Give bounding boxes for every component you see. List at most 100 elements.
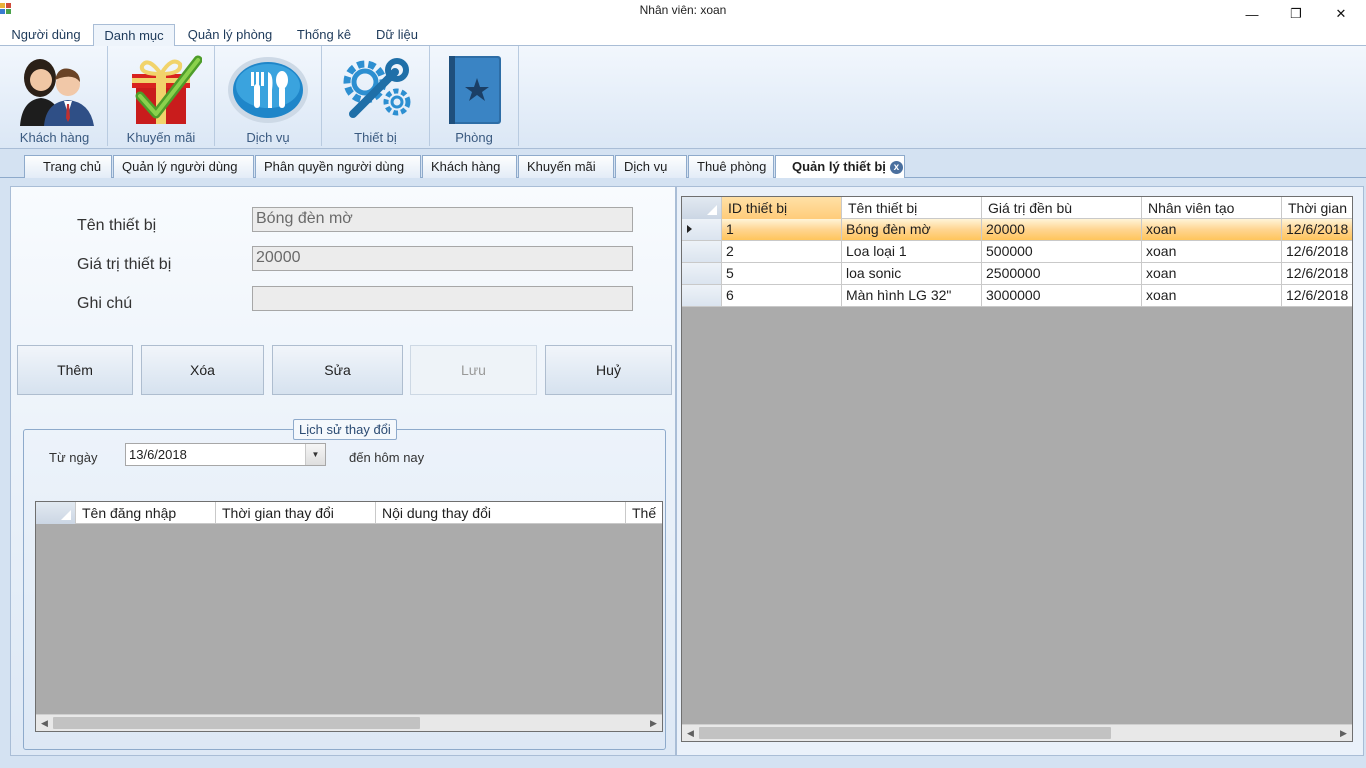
ribbon-tab-rooms[interactable]: Quản lý phòng: [179, 24, 281, 46]
table-row[interactable]: 5 loa sonic 2500000 xoan 12/6/2018: [682, 263, 1352, 285]
ribbon-label-services: Dịch vụ: [246, 130, 290, 145]
doc-tab-promotions[interactable]: Khuyến mãi: [518, 155, 614, 178]
doc-tab-user-permissions[interactable]: Phân quyền người dùng: [255, 155, 421, 178]
device-value-label: Giá trị thiết bị: [77, 256, 172, 273]
device-value-field[interactable]: 20000: [252, 246, 633, 271]
history-grid-header: Tên đăng nhập Thời gian thay đổi Nội dun…: [36, 502, 662, 524]
change-history-group: Lịch sử thay đổi Từ ngày 13/6/2018 ▼ đến…: [23, 419, 666, 750]
device-select-all-cell[interactable]: [682, 197, 722, 219]
gift-check-icon: [132, 55, 202, 124]
row-header[interactable]: [682, 219, 722, 240]
cell-creator[interactable]: xoan: [1142, 263, 1282, 284]
cell-creator[interactable]: xoan: [1142, 241, 1282, 262]
current-row-icon: [687, 225, 692, 233]
doc-tab-device-management-label: Quản lý thiết bị: [792, 159, 886, 174]
from-date-value: 13/6/2018: [129, 447, 187, 462]
note-field[interactable]: [252, 286, 633, 311]
cell-name[interactable]: Bóng đèn mờ: [842, 219, 982, 240]
doc-tab-home[interactable]: Trang chủ: [24, 155, 112, 178]
cell-name[interactable]: loa sonic: [842, 263, 982, 284]
history-col-change-content[interactable]: Nội dung thay đổi: [376, 502, 626, 524]
note-label: Ghi chú: [77, 295, 133, 312]
cell-compensation[interactable]: 500000: [982, 241, 1142, 262]
device-list-panel: ID thiết bị Tên thiết bị Giá trị đền bù …: [676, 186, 1364, 756]
device-form-panel: Tên thiết bị Bóng đèn mờ Giá trị thiết b…: [10, 186, 676, 756]
device-name-field[interactable]: Bóng đèn mờ: [252, 207, 633, 232]
ribbon-button-promotions[interactable]: Khuyến mãi: [108, 46, 215, 146]
scroll-left-icon[interactable]: ◀: [682, 725, 699, 741]
history-col-change-time[interactable]: Thời gian thay đổi: [216, 502, 376, 524]
device-scroll-thumb[interactable]: [699, 727, 1111, 739]
device-col-id[interactable]: ID thiết bị: [722, 197, 842, 219]
doc-tab-customers[interactable]: Khách hàng: [422, 155, 517, 178]
cell-id[interactable]: 5: [722, 263, 842, 284]
history-grid[interactable]: Tên đăng nhập Thời gian thay đổi Nội dun…: [35, 501, 663, 732]
history-col-username[interactable]: Tên đăng nhập: [76, 502, 216, 524]
doc-tab-services[interactable]: Dịch vụ: [615, 155, 687, 178]
cell-id[interactable]: 6: [722, 285, 842, 306]
delete-button[interactable]: Xóa: [141, 345, 264, 395]
content-area: Tên thiết bị Bóng đèn mờ Giá trị thiết b…: [0, 178, 1366, 768]
scroll-right-icon[interactable]: ▶: [1335, 725, 1352, 741]
cell-compensation[interactable]: 3000000: [982, 285, 1142, 306]
select-all-cell[interactable]: [36, 502, 76, 524]
cell-creator[interactable]: xoan: [1142, 285, 1282, 306]
dining-service-icon: [228, 57, 308, 123]
from-date-picker[interactable]: 13/6/2018 ▼: [125, 443, 326, 466]
device-grid[interactable]: ID thiết bị Tên thiết bị Giá trị đền bù …: [681, 196, 1353, 742]
row-header[interactable]: [682, 263, 722, 284]
row-header[interactable]: [682, 285, 722, 306]
ribbon-tab-stats[interactable]: Thống kê: [288, 24, 360, 46]
table-row[interactable]: 1 Bóng đèn mờ 20000 xoan 12/6/2018: [682, 219, 1352, 241]
device-col-creator[interactable]: Nhân viên tạo: [1142, 197, 1282, 219]
ribbon-button-services[interactable]: Dịch vụ: [215, 46, 322, 146]
ribbon-tab-bar: Người dùng Danh mục Quản lý phòng Thống …: [0, 24, 1366, 47]
cell-compensation[interactable]: 20000: [982, 219, 1142, 240]
device-hscrollbar[interactable]: ◀ ▶: [682, 724, 1352, 741]
cell-id[interactable]: 2: [722, 241, 842, 262]
ribbon-label-devices: Thiết bị: [354, 130, 397, 145]
scroll-right-icon[interactable]: ▶: [645, 715, 662, 731]
history-scroll-thumb[interactable]: [53, 717, 420, 729]
cancel-button[interactable]: Huỷ: [545, 345, 672, 395]
ribbon-tab-data[interactable]: Dữ liệu: [366, 24, 428, 46]
row-header[interactable]: [682, 241, 722, 262]
scroll-left-icon[interactable]: ◀: [36, 715, 53, 731]
ribbon-button-customers[interactable]: Khách hàng: [2, 46, 108, 146]
ribbon-button-rooms[interactable]: Phòng: [430, 46, 519, 146]
doc-tab-device-management[interactable]: Quản lý thiết bị x: [775, 155, 905, 179]
history-hscrollbar[interactable]: ◀ ▶: [36, 714, 662, 731]
customers-icon: [19, 59, 94, 126]
cell-id[interactable]: 1: [722, 219, 842, 240]
cell-name[interactable]: Màn hình LG 32": [842, 285, 982, 306]
from-date-label: Từ ngày: [49, 450, 98, 465]
cell-time[interactable]: 12/6/2018: [1282, 241, 1352, 262]
table-row[interactable]: 6 Màn hình LG 32" 3000000 xoan 12/6/2018: [682, 285, 1352, 307]
ribbon-button-devices[interactable]: Thiết bị: [322, 46, 430, 146]
close-tab-icon[interactable]: x: [889, 161, 903, 174]
history-col-extra[interactable]: Thế: [626, 502, 662, 524]
cell-creator[interactable]: xoan: [1142, 219, 1282, 240]
cell-time[interactable]: 12/6/2018: [1282, 263, 1352, 284]
device-grid-header: ID thiết bị Tên thiết bị Giá trị đền bù …: [682, 197, 1352, 219]
cell-name[interactable]: Loa loại 1: [842, 241, 982, 262]
ribbon-tab-users[interactable]: Người dùng: [3, 24, 89, 46]
star-book-icon: [449, 56, 501, 124]
doc-tab-user-management[interactable]: Quản lý người dùng: [113, 155, 254, 178]
window-title: Nhân viên: xoan: [639, 3, 727, 17]
ribbon-label-promotions: Khuyến mãi: [126, 130, 196, 145]
table-row[interactable]: 2 Loa loại 1 500000 xoan 12/6/2018: [682, 241, 1352, 263]
device-col-compensation[interactable]: Giá trị đền bù: [982, 197, 1142, 219]
cell-time[interactable]: 12/6/2018: [1282, 219, 1352, 240]
cell-time[interactable]: 12/6/2018: [1282, 285, 1352, 306]
save-button[interactable]: Lưu: [410, 345, 537, 395]
chevron-down-icon[interactable]: ▼: [305, 444, 325, 465]
edit-button[interactable]: Sửa: [272, 345, 403, 395]
device-col-time[interactable]: Thời gian: [1282, 197, 1352, 219]
cell-compensation[interactable]: 2500000: [982, 263, 1142, 284]
add-button[interactable]: Thêm: [17, 345, 133, 395]
ribbon-tab-catalog[interactable]: Danh mục: [93, 24, 175, 47]
doc-tab-room-rental[interactable]: Thuê phòng: [688, 155, 774, 178]
device-col-name[interactable]: Tên thiết bị: [842, 197, 982, 219]
change-history-legend: Lịch sử thay đổi: [293, 419, 397, 440]
